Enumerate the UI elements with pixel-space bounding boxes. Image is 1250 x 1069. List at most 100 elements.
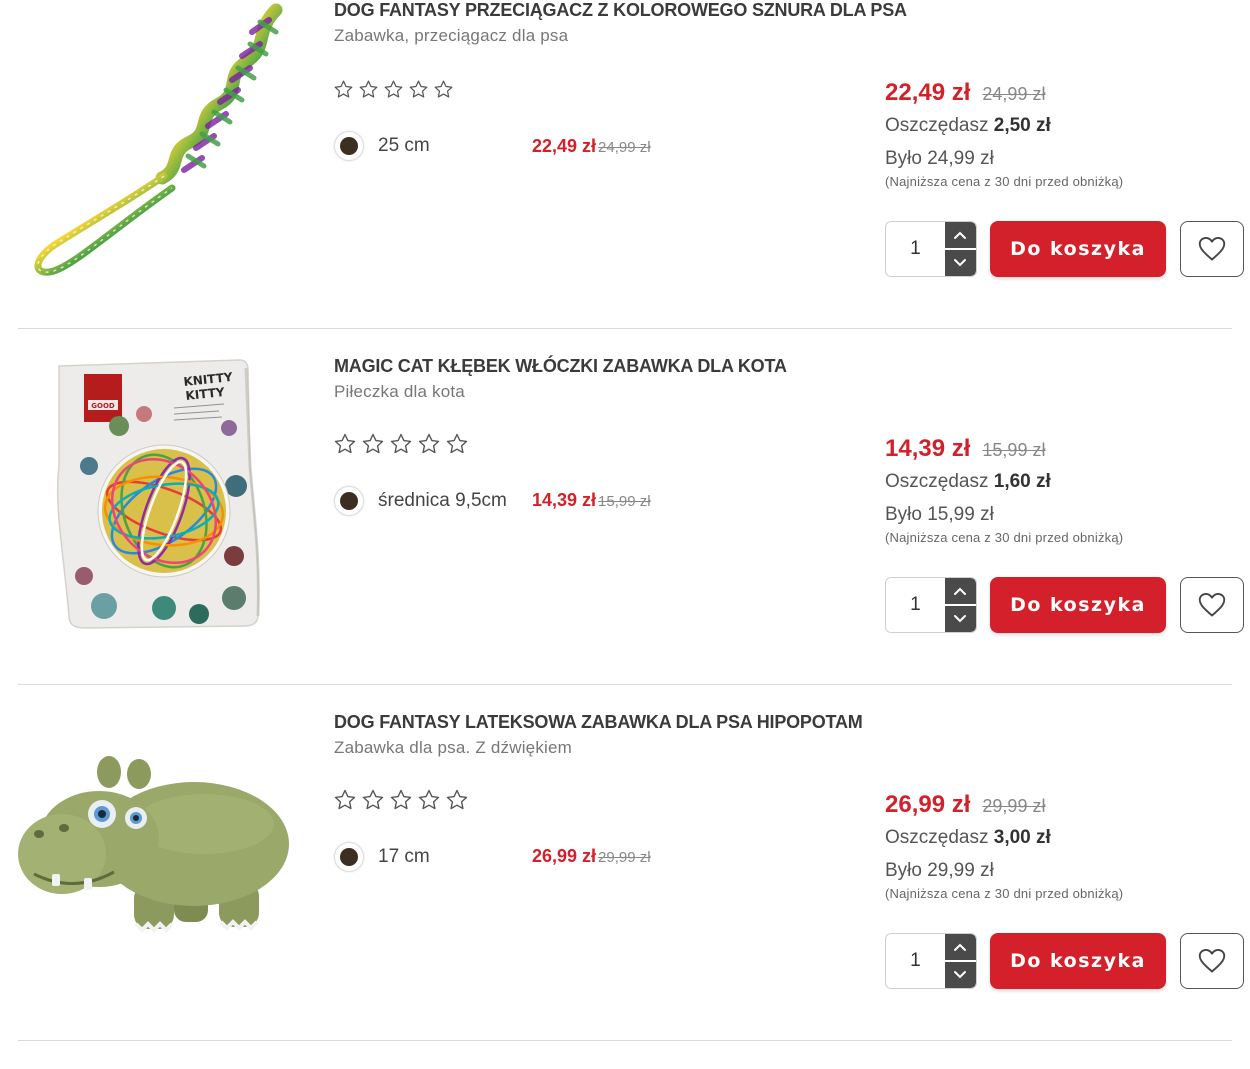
variant-radio[interactable] [334,131,364,161]
price-current-row: 22,49 zł 24,99 zł [885,79,1123,107]
saving-label: Oszczędasz [885,471,989,492]
price-block: 14,39 zł 15,99 zł Oszczędasz 1,60 zł Był… [885,435,1123,545]
quantity-decrease-button[interactable] [944,606,976,632]
quantity-input[interactable]: 1 [886,222,945,276]
variant-option[interactable]: 17 cm [334,842,430,872]
rating-stars[interactable] [333,788,469,812]
saving-text: Oszczędasz 1,60 zł [885,471,1123,493]
saving-label: Oszczędasz [885,115,989,136]
heart-outline-icon [1198,236,1226,261]
quantity-buttons [944,934,976,988]
quantity-increase-button[interactable] [944,222,976,248]
variant-price-old: 24,99 zł [598,139,651,156]
chevron-down-icon [954,971,967,979]
package-logo-text: GOOD [91,402,115,410]
chevron-down-icon [954,615,967,623]
wishlist-button[interactable] [1180,221,1244,277]
star-outline-icon [334,789,356,810]
lowest-price-note: (Najniższa cena z 30 dni przed obniżką) [885,530,1124,545]
variant-color-dot [340,137,358,155]
add-to-cart-button[interactable]: Do koszyka [990,221,1166,277]
star-outline-icon [409,80,428,98]
product-image-rope-toy[interactable] [14,0,294,282]
chevron-up-icon [954,943,967,951]
price-block: 22,49 zł 24,99 zł Oszczędasz 2,50 zł Był… [885,79,1123,189]
star-outline-icon [390,789,412,810]
price-current: 14,39 zł [885,435,971,462]
star-outline-icon [390,433,412,454]
price-current: 22,49 zł [885,79,971,106]
price-block: 26,99 zł 29,99 zł Oszczędasz 3,00 zł Był… [885,791,1123,901]
wishlist-button[interactable] [1180,577,1244,633]
quantity-buttons [944,578,976,632]
variant-radio[interactable] [334,842,364,872]
wishlist-button[interactable] [1180,933,1244,989]
add-to-cart-button[interactable]: Do koszyka [990,933,1166,989]
saving-text: Oszczędasz 2,50 zł [885,115,1123,137]
lowest-price-note: (Najniższa cena z 30 dni przed obniżką) [885,886,1124,901]
star-outline-icon [334,80,353,98]
saving-text: Oszczędasz 3,00 zł [885,827,1123,849]
variant-option[interactable]: 25 cm [334,131,430,161]
price-current-row: 14,39 zł 15,99 zł [885,435,1123,463]
product-image-yarn-ball-package[interactable]: GOOD KNITTY KITTY [14,356,294,646]
quantity-decrease-button[interactable] [944,962,976,988]
variant-radio[interactable] [334,486,364,516]
product-subtitle: Zabawka dla psa. Z dźwiękiem [334,738,573,757]
saving-value: 2,50 zł [993,115,1051,136]
was-price: Było 29,99 zł [885,860,994,881]
price-current-row: 26,99 zł 29,99 zł [885,791,1123,819]
quantity-decrease-button[interactable] [944,250,976,276]
star-outline-icon [434,80,453,98]
star-outline-icon [446,789,468,810]
quantity-input[interactable]: 1 [886,578,945,632]
variant-option[interactable]: średnica 9,5cm [334,486,507,516]
quantity-increase-button[interactable] [944,578,976,604]
variant-price-old: 15,99 zł [598,493,651,510]
price-current: 26,99 zł [885,791,971,818]
was-price: Było 15,99 zł [885,504,994,525]
product-title[interactable]: MAGIC CAT KŁĘBEK WŁÓCZKI ZABAWKA DLA KOT… [334,356,787,377]
product-subtitle: Zabawka, przeciągacz dla psa [334,26,569,45]
star-outline-icon [362,433,384,454]
star-outline-icon [362,789,384,810]
variant-price: 22,49 zł 24,99 zł [532,136,651,157]
rating-stars[interactable] [333,432,469,456]
product-divider [18,1040,1232,1041]
quantity-stepper[interactable]: 1 [885,933,977,989]
saving-value: 1,60 zł [993,471,1051,492]
saving-label: Oszczędasz [885,827,989,848]
lowest-price-note: (Najniższa cena z 30 dni przed obniżką) [885,174,1124,189]
heart-outline-icon [1198,948,1226,973]
chevron-up-icon [954,231,967,239]
rating-stars[interactable] [333,79,454,100]
add-to-cart-button[interactable]: Do koszyka [990,577,1166,633]
variant-price-current: 26,99 zł [532,846,597,866]
product-image-hippo-toy[interactable] [14,744,294,1034]
variant-label: 25 cm [378,135,430,156]
quantity-stepper[interactable]: 1 [885,221,977,277]
product-card: DOG FANTASY PRZECIĄGACZ Z KOLOROWEGO SZN… [0,0,1250,328]
quantity-buttons [944,222,976,276]
was-price: Było 24,99 zł [885,148,994,169]
quantity-stepper[interactable]: 1 [885,577,977,633]
price-old: 29,99 zł [982,796,1046,816]
product-title[interactable]: DOG FANTASY LATEKSOWA ZABAWKA DLA PSA HI… [334,712,863,733]
price-old: 15,99 zł [982,440,1046,460]
quantity-increase-button[interactable] [944,934,976,960]
variant-color-dot [340,492,358,510]
price-old: 24,99 zł [982,84,1046,104]
star-outline-icon [418,789,440,810]
quantity-input[interactable]: 1 [886,934,945,988]
star-outline-icon [359,80,378,98]
heart-outline-icon [1198,592,1226,617]
variant-label: średnica 9,5cm [378,490,507,511]
variant-label: 17 cm [378,846,430,867]
product-title[interactable]: DOG FANTASY PRZECIĄGACZ Z KOLOROWEGO SZN… [334,0,907,21]
variant-price-current: 22,49 zł [532,136,597,156]
product-card: DOG FANTASY LATEKSOWA ZABAWKA DLA PSA HI… [0,684,1250,1040]
star-outline-icon [384,80,403,98]
variant-price-old: 29,99 zł [598,849,651,866]
star-outline-icon [446,433,468,454]
saving-value: 3,00 zł [993,827,1051,848]
